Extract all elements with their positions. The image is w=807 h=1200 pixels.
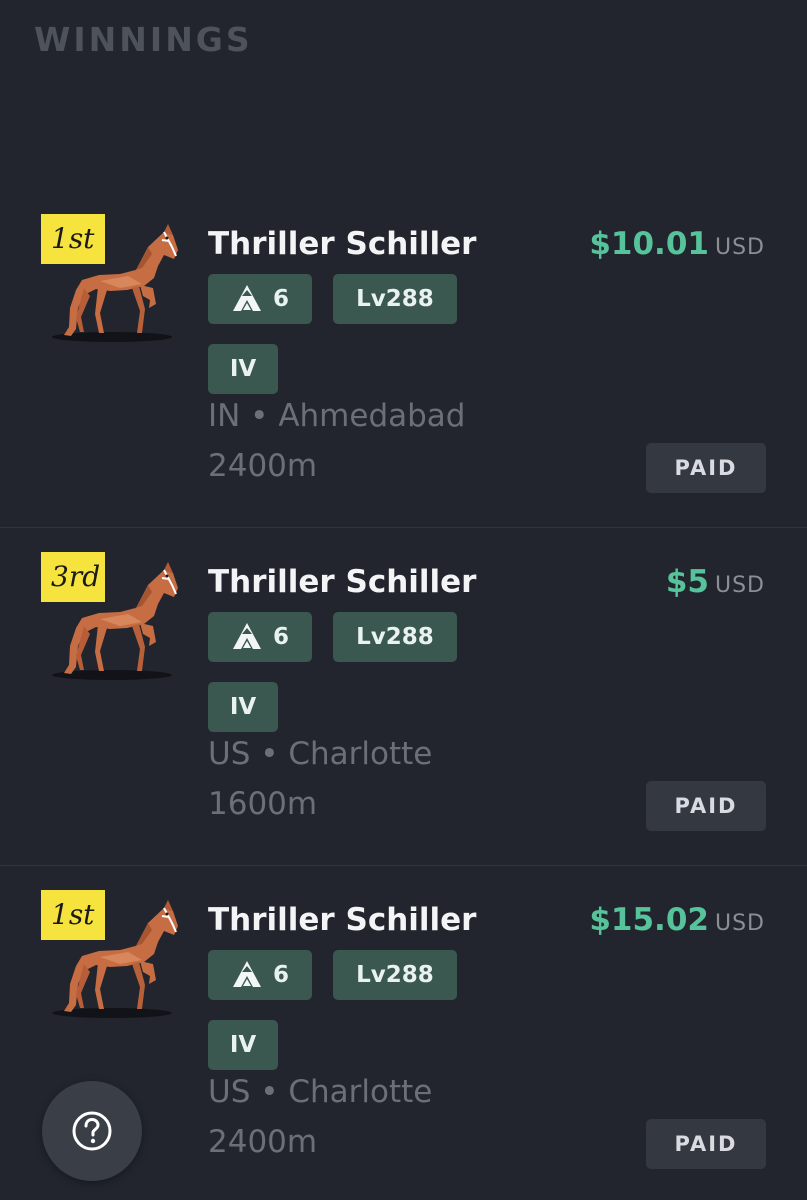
generation-icon bbox=[232, 285, 261, 311]
help-button[interactable] bbox=[42, 1081, 142, 1181]
generation-value: 6 bbox=[272, 962, 289, 988]
paid-status-button[interactable]: PAID bbox=[646, 1119, 766, 1169]
help-icon bbox=[72, 1111, 112, 1151]
horse-thumbnail[interactable]: 3rd bbox=[40, 552, 180, 682]
race-class-tag: IV bbox=[208, 682, 278, 732]
race-distance: 1600m bbox=[208, 786, 318, 822]
race-location: US • Charlotte bbox=[208, 736, 433, 772]
prize-amount: $15.02 USD bbox=[589, 902, 765, 938]
race-distance: 2400m bbox=[208, 1124, 318, 1160]
horse-thumbnail[interactable]: 1st bbox=[40, 214, 180, 344]
prize-value: $15.02 bbox=[589, 902, 709, 938]
paid-status-button[interactable]: PAID bbox=[646, 443, 766, 493]
prize-value: $10.01 bbox=[589, 226, 709, 262]
race-class-tag: IV bbox=[208, 344, 278, 394]
prize-value: $5 bbox=[665, 564, 709, 600]
generation-icon bbox=[232, 623, 261, 649]
winning-card[interactable]: 1st Thriller Schiller $10.01 USD 6 Lv288… bbox=[0, 190, 807, 528]
generation-tag: 6 bbox=[208, 274, 312, 324]
horse-name[interactable]: Thriller Schiller bbox=[208, 226, 476, 262]
horse-name[interactable]: Thriller Schiller bbox=[208, 564, 476, 600]
level-tag: Lv288 bbox=[333, 274, 457, 324]
prize-currency: USD bbox=[714, 911, 765, 936]
level-tag: Lv288 bbox=[333, 612, 457, 662]
winnings-page: WINNINGS 1st Thriller Schiller $10.01 USD bbox=[0, 0, 807, 1200]
horse-icon bbox=[52, 224, 178, 342]
horse-thumbnail[interactable]: 1st bbox=[40, 890, 180, 1020]
generation-tag: 6 bbox=[208, 950, 312, 1000]
generation-value: 6 bbox=[272, 624, 289, 650]
generation-value: 6 bbox=[272, 286, 289, 312]
page-title: WINNINGS bbox=[34, 20, 253, 59]
generation-tag: 6 bbox=[208, 612, 312, 662]
race-class-tag: IV bbox=[208, 1020, 278, 1070]
prize-currency: USD bbox=[714, 235, 765, 260]
horse-name[interactable]: Thriller Schiller bbox=[208, 902, 476, 938]
horse-icon bbox=[52, 562, 178, 680]
level-tag: Lv288 bbox=[333, 950, 457, 1000]
race-location: IN • Ahmedabad bbox=[208, 398, 466, 434]
horse-icon bbox=[52, 900, 178, 1018]
prize-amount: $5 USD bbox=[666, 564, 765, 600]
race-location: US • Charlotte bbox=[208, 1074, 433, 1110]
prize-amount: $10.01 USD bbox=[589, 226, 765, 262]
race-distance: 2400m bbox=[208, 448, 318, 484]
generation-icon bbox=[232, 961, 261, 987]
prize-currency: USD bbox=[714, 573, 765, 598]
paid-status-button[interactable]: PAID bbox=[646, 781, 766, 831]
winning-card[interactable]: 3rd Thriller Schiller $5 USD 6 Lv288 IV … bbox=[0, 528, 807, 866]
